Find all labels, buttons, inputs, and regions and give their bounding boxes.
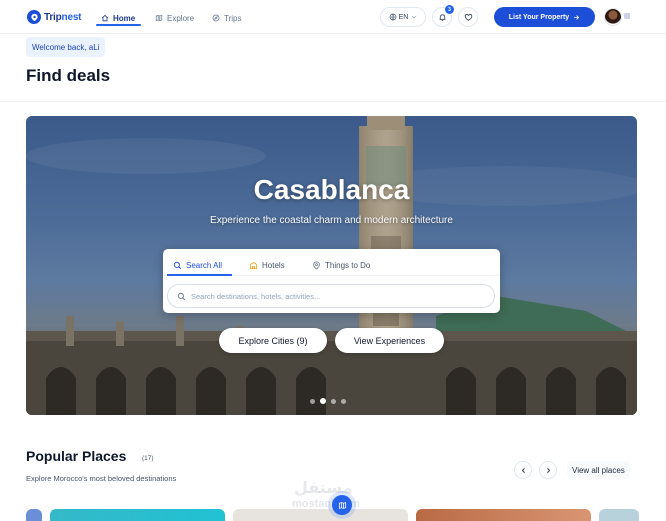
search-icon xyxy=(177,292,186,300)
user-menu-icon[interactable] xyxy=(624,13,630,19)
bell-icon xyxy=(439,13,445,21)
list-property-button[interactable]: List Your Property xyxy=(494,7,595,27)
heart-icon xyxy=(464,13,472,21)
search-field[interactable] xyxy=(191,291,481,301)
welcome-badge: Welcome back, aLi xyxy=(26,37,106,57)
page-title: Find deals xyxy=(26,66,111,85)
carousel-dots xyxy=(310,398,346,404)
carousel-dot[interactable] xyxy=(341,398,346,404)
next-button[interactable] xyxy=(539,461,557,479)
carousel-dot[interactable] xyxy=(331,398,336,404)
logo[interactable]: Tripnest xyxy=(27,9,82,25)
favorites-button[interactable] xyxy=(458,7,478,27)
place-card[interactable] xyxy=(50,509,225,521)
pin-icon xyxy=(313,260,320,270)
chevron-right-icon xyxy=(546,467,550,473)
arrow-right-icon xyxy=(574,14,580,20)
tab-hotels[interactable]: Hotels xyxy=(249,258,285,272)
tab-search-all[interactable]: Search All xyxy=(173,258,222,272)
place-card[interactable] xyxy=(233,509,408,521)
carousel-dot-active[interactable] xyxy=(320,398,326,404)
globe-icon xyxy=(389,13,396,21)
section-subtitle: Explore Morocco's most beloved destinati… xyxy=(26,474,177,483)
language-selector[interactable]: EN xyxy=(380,7,426,27)
view-experiences-button[interactable]: View Experiences xyxy=(335,328,444,353)
nav-link-trips[interactable]: Trips xyxy=(212,10,241,26)
hero-city-title: Casablanca xyxy=(253,174,410,205)
place-card[interactable] xyxy=(599,509,639,521)
search-card: Search All Hotels Things to Do xyxy=(163,249,500,313)
active-nav-indicator xyxy=(96,24,141,26)
active-tab-indicator xyxy=(167,274,232,276)
user-avatar[interactable] xyxy=(604,8,622,26)
section-title: Popular Places xyxy=(26,448,127,464)
nav-link-explore[interactable]: Explore xyxy=(155,10,194,26)
chevron-down-icon xyxy=(412,15,417,19)
logo-text: Tripnest xyxy=(44,11,82,23)
places-count: (17) xyxy=(142,455,154,462)
explore-cities-button[interactable]: Explore Cities (9) xyxy=(219,328,327,353)
search-input[interactable] xyxy=(167,284,495,308)
logo-icon xyxy=(27,10,41,24)
header-divider xyxy=(0,101,666,102)
view-all-places-link[interactable]: View all places xyxy=(567,461,630,479)
compass-icon xyxy=(212,14,220,22)
place-card[interactable] xyxy=(26,509,42,521)
map-icon xyxy=(338,501,346,509)
map-icon xyxy=(155,14,163,22)
tab-things-to-do[interactable]: Things to Do xyxy=(312,258,370,272)
search-icon xyxy=(173,261,182,269)
place-card[interactable] xyxy=(416,509,591,521)
hotel-icon xyxy=(249,261,258,269)
hero-tagline: Experience the coastal charm and modern … xyxy=(210,215,453,226)
carousel-dot[interactable] xyxy=(310,398,315,404)
floating-map-button[interactable] xyxy=(332,495,352,515)
notification-badge: 3 xyxy=(445,5,454,14)
top-nav: Tripnest Home Explore Trips EN 3 List Yo… xyxy=(0,0,666,34)
notifications-button[interactable]: 3 xyxy=(432,5,454,27)
home-icon xyxy=(101,14,109,22)
hero-carousel[interactable]: Casablanca Experience the coastal charm … xyxy=(26,116,637,415)
chevron-left-icon xyxy=(521,467,525,473)
prev-button[interactable] xyxy=(514,461,532,479)
